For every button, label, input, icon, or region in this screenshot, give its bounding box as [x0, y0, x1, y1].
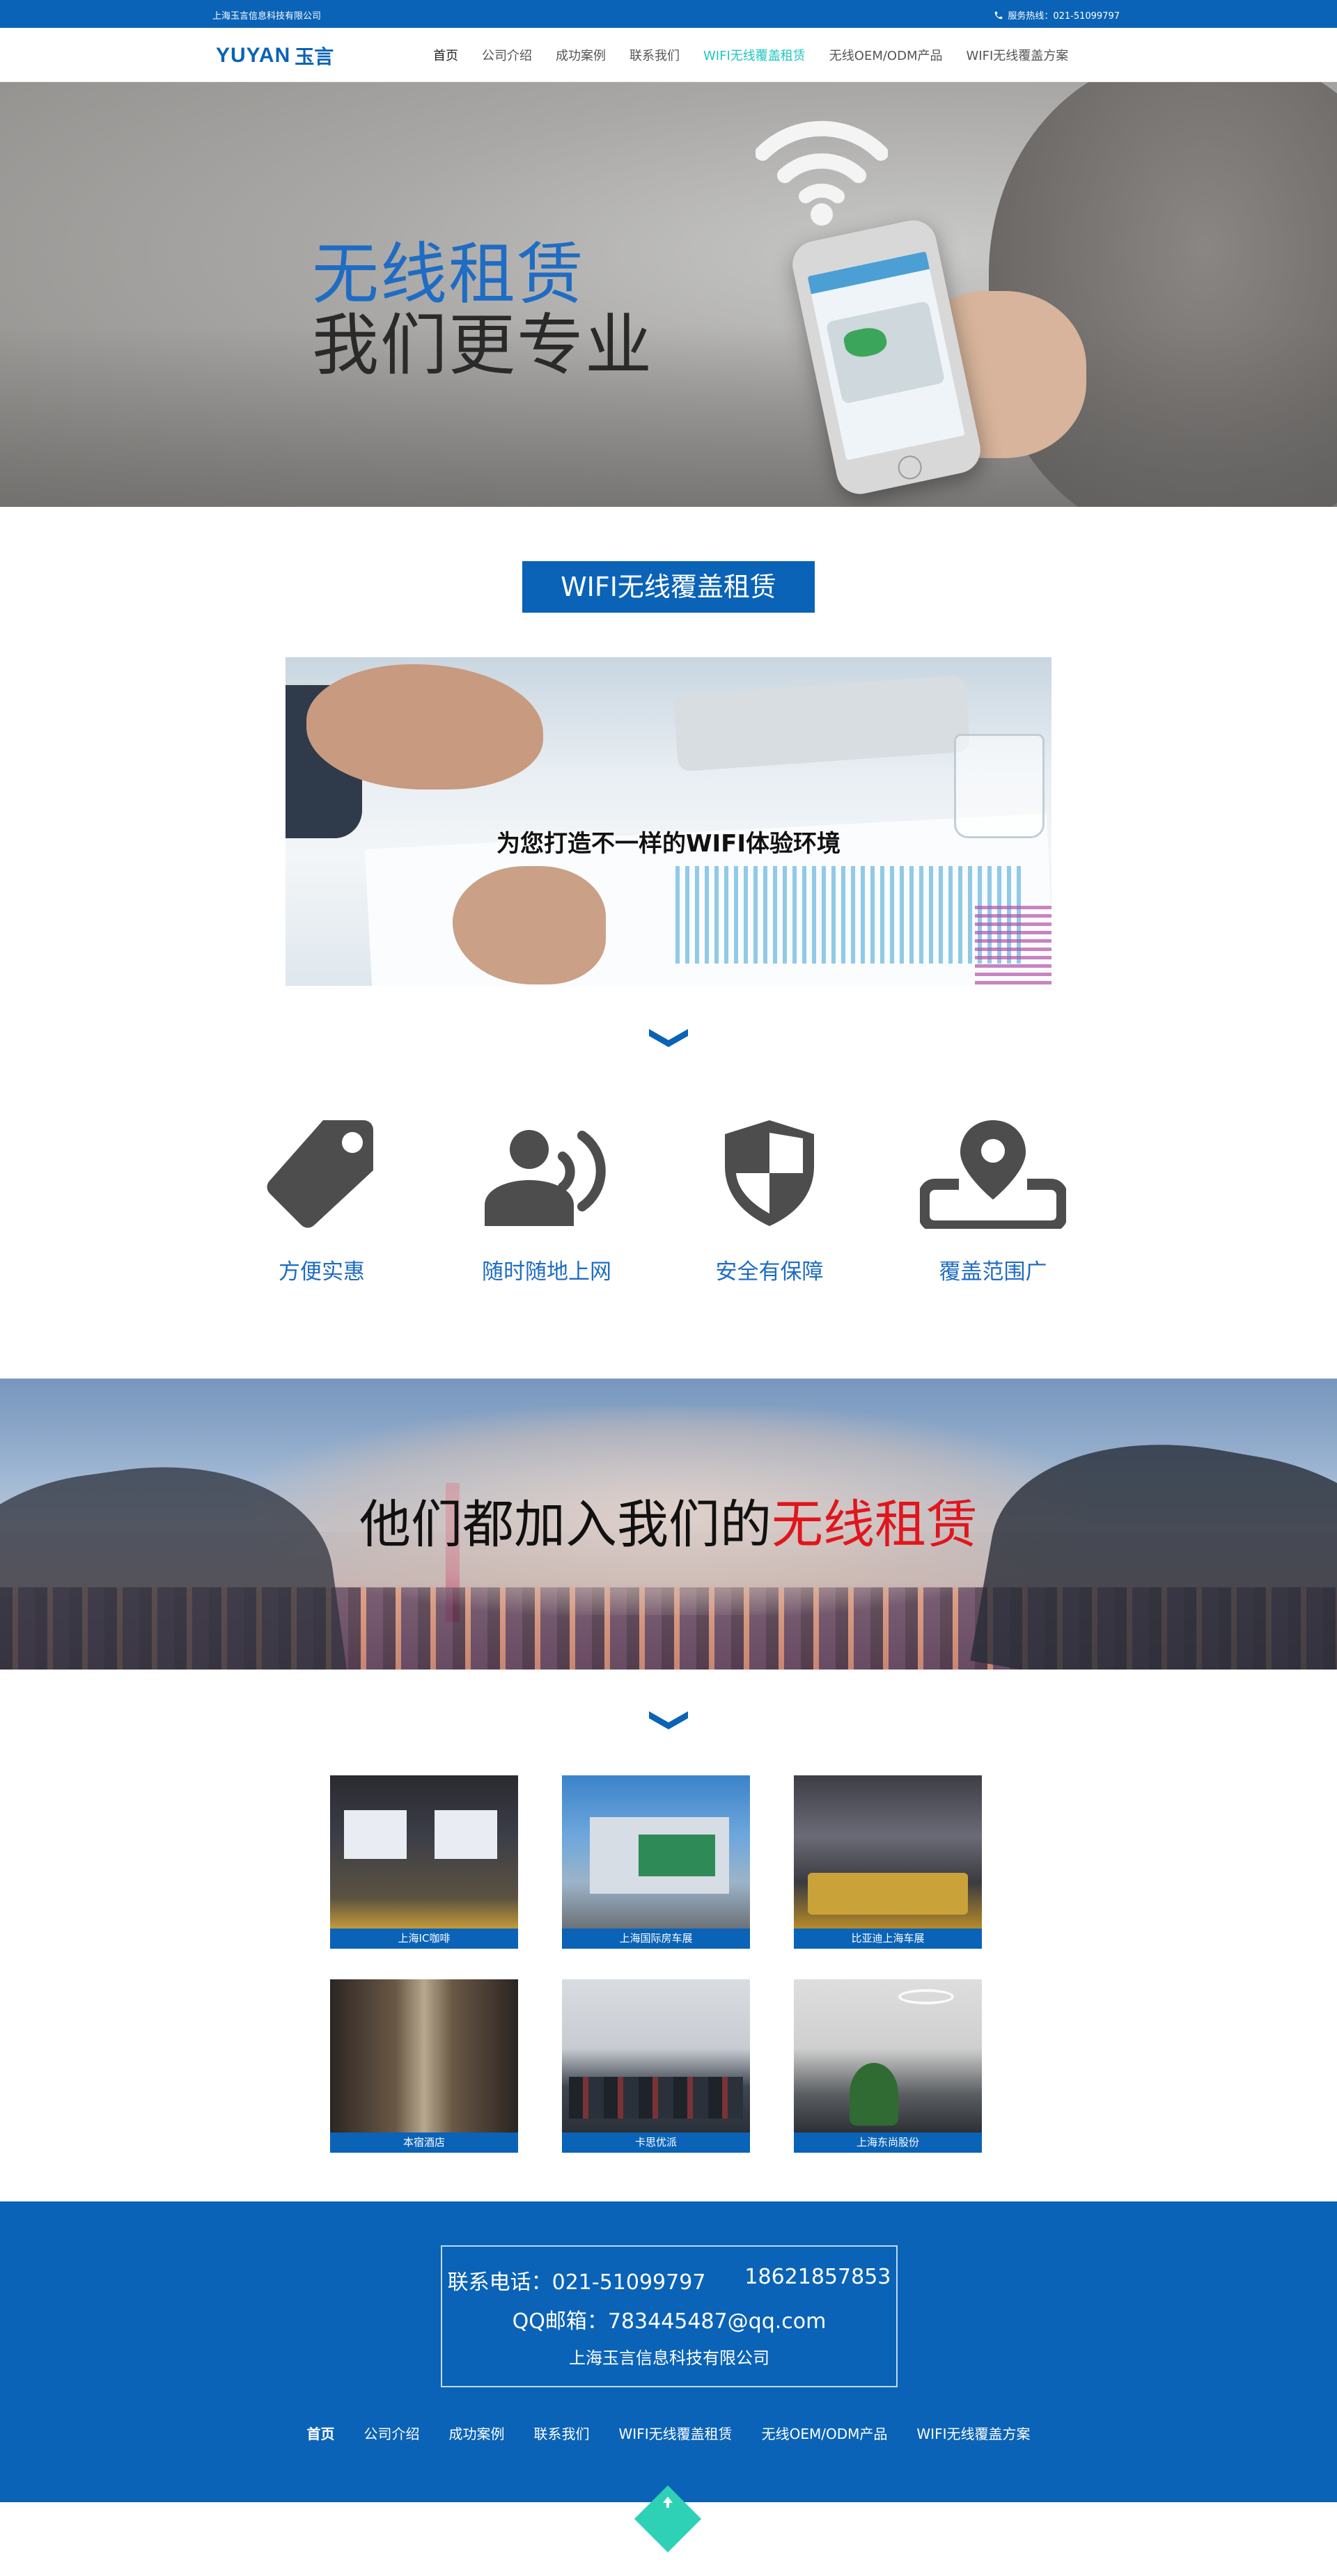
feature-tablet	[673, 675, 971, 772]
feature-icons-row: 方便实惠 随时随地上网 安全有保障 覆盖范围广	[0, 1117, 1337, 1305]
section-title-badge: WIFI无线覆盖租赁	[522, 561, 815, 613]
phone-map-region	[842, 324, 889, 361]
feature-convenient: 方便实惠	[231, 1117, 412, 1285]
case-photo	[330, 1979, 518, 2133]
nav-menu: 首页 公司介绍 成功案例 联系我们 WIFI无线覆盖租赁 无线OEM/ODM产品…	[433, 46, 1068, 64]
logo-en: YUYAN	[216, 44, 291, 67]
chevron-down-icon	[649, 1029, 688, 1047]
nav-item-about[interactable]: 公司介绍	[482, 46, 532, 64]
feature-chart-bars-2	[975, 901, 1051, 984]
footer-link-about[interactable]: 公司介绍	[364, 2423, 420, 2443]
footer-link-cases[interactable]: 成功案例	[449, 2423, 505, 2443]
banner-text-black: 他们都加入我们的	[359, 1495, 772, 1555]
case-photo-office	[569, 2077, 743, 2119]
hero-desk-blur	[0, 326, 1337, 507]
contact-qq: QQ邮箱：783445487@qq.com	[512, 2309, 827, 2334]
case-item[interactable]: 卡思优派	[562, 1979, 750, 2153]
case-photo	[330, 1775, 518, 1929]
footer-link-oem-odm[interactable]: 无线OEM/ODM产品	[762, 2423, 888, 2443]
feature-coverage: 覆盖范围广	[902, 1117, 1084, 1285]
contact-phone: 联系电话：021-51099797	[447, 2270, 706, 2295]
feature-hands-top	[306, 664, 543, 790]
phone-map	[825, 300, 946, 405]
logo[interactable]: YUYAN 玉言	[216, 42, 334, 70]
footer-link-contact[interactable]: 联系我们	[534, 2423, 590, 2443]
feature-chart-bars	[675, 866, 1024, 964]
case-photo-screen	[344, 1810, 407, 1859]
main-nav: YUYAN 玉言 首页 公司介绍 成功案例 联系我们 WIFI无线覆盖租赁 无线…	[0, 28, 1337, 82]
chevron-down-icon	[649, 1711, 688, 1729]
shield-icon	[725, 1120, 814, 1226]
contact-company: 上海玉言信息科技有限公司	[569, 2348, 769, 2368]
location-pin-icon	[920, 1120, 1066, 1229]
footer-link-wifi-solution[interactable]: WIFI无线覆盖方案	[916, 2423, 1030, 2443]
hero-title-line2: 我们更专业	[312, 306, 653, 384]
case-photo-billboard	[639, 1835, 715, 1876]
nav-item-oem-odm[interactable]: 无线OEM/ODM产品	[829, 46, 943, 64]
page: 上海玉言信息科技有限公司 服务热线：021-51099797 YUYAN 玉言 …	[0, 0, 1337, 2576]
price-tag-icon	[267, 1120, 373, 1228]
feature-label: 安全有保障	[715, 1259, 824, 1285]
case-caption: 比亚迪上海车展	[794, 1929, 982, 1949]
footer-link-wifi-rental[interactable]: WIFI无线覆盖租赁	[619, 2423, 733, 2443]
case-photo-plant	[850, 2063, 898, 2126]
nav-item-contact[interactable]: 联系我们	[630, 46, 680, 64]
case-caption: 本宿酒店	[330, 2133, 518, 2153]
case-photo-booth	[808, 1873, 968, 1915]
case-photo	[562, 1775, 750, 1929]
case-caption: 上海东尚股份	[794, 2133, 982, 2153]
feature-label: 方便实惠	[279, 1259, 365, 1285]
case-item[interactable]: 上海IC咖啡	[330, 1775, 518, 1949]
case-caption: 卡思优派	[562, 2133, 750, 2153]
footer-link-home[interactable]: 首页	[307, 2423, 335, 2443]
contact-mobile: 18621857853	[744, 2265, 891, 2289]
case-item[interactable]: 比亚迪上海车展	[794, 1775, 982, 1949]
case-caption: 上海IC咖啡	[330, 1929, 518, 1949]
case-grid: 上海IC咖啡 上海国际房车展 比亚迪上海车展 本宿酒店 卡思优派 上海东尚股份	[330, 1775, 982, 2153]
case-item[interactable]: 上海东尚股份	[794, 1979, 982, 2153]
contact-phones: 联系电话：021-51099797 18621857853	[442, 2265, 896, 2295]
top-hotline: 服务热线：021-51099797	[994, 8, 1120, 22]
case-photo-light	[898, 1989, 954, 2004]
phone-screen	[807, 251, 965, 461]
feature-label: 覆盖范围广	[939, 1259, 1047, 1285]
case-photo	[562, 1979, 750, 2133]
case-photo-screen	[435, 1810, 497, 1859]
case-photo	[794, 1775, 982, 1929]
top-company-name: 上海玉言信息科技有限公司	[212, 11, 322, 22]
nav-item-wifi-rental[interactable]: WIFI无线覆盖租赁	[703, 46, 806, 64]
banner-headline: 他们都加入我们的无线租赁	[0, 1483, 1337, 1557]
contact-box: 联系电话：021-51099797 18621857853 QQ邮箱：78344…	[441, 2245, 898, 2387]
phone-home-button	[896, 453, 924, 482]
logo-cn: 玉言	[295, 45, 334, 68]
nav-item-wifi-solution[interactable]: WIFI无线覆盖方案	[966, 46, 1068, 64]
hero-banner: 无线租赁 我们更专业	[0, 82, 1337, 507]
user-broadcast-icon	[485, 1130, 606, 1226]
nav-item-home[interactable]: 首页	[433, 46, 458, 64]
feature-label: 随时随地上网	[482, 1259, 611, 1285]
case-caption: 上海国际房车展	[562, 1929, 750, 1949]
feature-image: 为您打造不一样的WIFI体验环境	[286, 657, 1051, 986]
banner-text-red: 无线租赁	[772, 1495, 978, 1555]
back-to-top-icon[interactable]	[629, 2480, 707, 2558]
join-banner: 他们都加入我们的无线租赁	[0, 1379, 1337, 1670]
hotline-text: 服务热线：021-51099797	[1008, 11, 1120, 22]
case-item[interactable]: 上海国际房车展	[562, 1775, 750, 1949]
phone-screen-header	[807, 251, 930, 294]
top-bar: 上海玉言信息科技有限公司 服务热线：021-51099797	[0, 0, 1337, 28]
nav-item-cases[interactable]: 成功案例	[556, 46, 606, 64]
wifi-icon	[756, 120, 888, 226]
phone-icon	[995, 11, 1003, 19]
footer: 联系电话：021-51099797 18621857853 QQ邮箱：78344…	[0, 2201, 1337, 2502]
footer-menu: 首页 公司介绍 成功案例 联系我们 WIFI无线覆盖租赁 无线OEM/ODM产品…	[0, 2423, 1337, 2443]
case-item[interactable]: 本宿酒店	[330, 1979, 518, 2153]
feature-glass	[954, 734, 1045, 838]
case-photo	[794, 1979, 982, 2133]
feature-caption: 为您打造不一样的WIFI体验环境	[496, 830, 841, 858]
feature-secure: 安全有保障	[679, 1117, 860, 1285]
feature-anytime: 随时随地上网	[456, 1117, 637, 1285]
